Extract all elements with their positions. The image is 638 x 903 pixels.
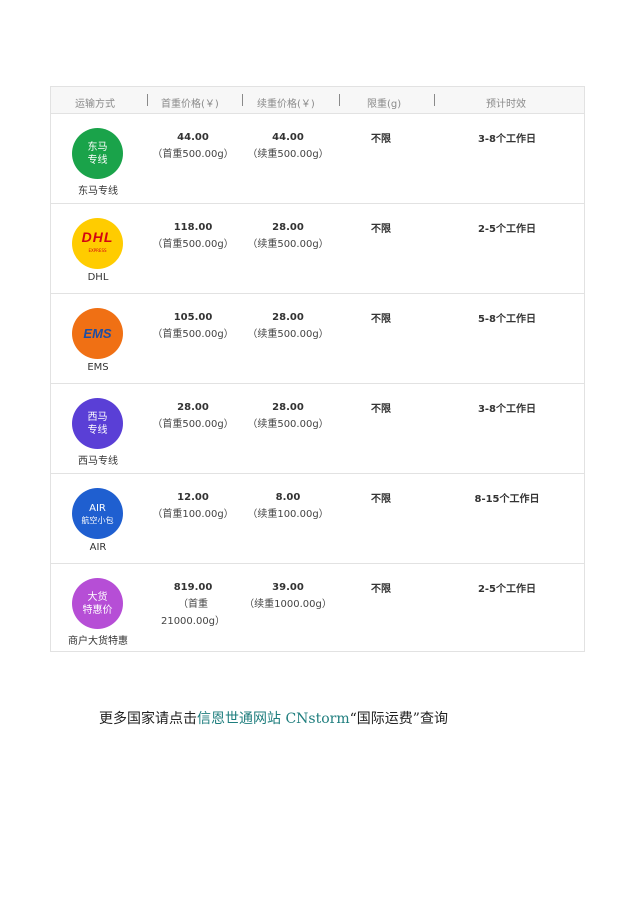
- carrier-logo-ems: EMS: [72, 308, 123, 359]
- price-value: 44.00: [272, 132, 304, 143]
- header-separator: [434, 94, 435, 106]
- weight-limit: 不限: [371, 134, 391, 145]
- price-value: 28.00: [272, 222, 304, 233]
- logo-text: 东马: [87, 141, 108, 153]
- weight-limit: 不限: [371, 404, 391, 415]
- weight-limit: 不限: [371, 584, 391, 595]
- delivery-eta: 8-15个工作日: [474, 494, 540, 505]
- carrier-logo-bulk-discount: 大货 特惠价: [72, 578, 123, 629]
- table-row: 东马 专线 东马专线 44.00 （首重500.00g） 44.00 （续重50…: [51, 114, 584, 204]
- price-value: 28.00: [272, 402, 304, 413]
- logo-text: 西马: [87, 411, 108, 423]
- dhl-logo-subtext: EXPRESS: [88, 247, 107, 253]
- more-countries-note: 更多国家请点击信恩世通网站 CNstorm“国际运费”查询: [99, 708, 448, 728]
- delivery-eta: 5-8个工作日: [477, 314, 537, 325]
- price-note: （首重500.00g）: [152, 149, 234, 160]
- carrier-name: EMS: [87, 362, 109, 373]
- delivery-eta: 2-5个工作日: [477, 584, 537, 595]
- header-method: 运输方式: [75, 99, 115, 110]
- carrier-name: 西马专线: [78, 456, 118, 467]
- header-first-weight-price: 首重价格(￥): [161, 99, 219, 110]
- note-prefix: 更多国家请点击: [99, 711, 197, 727]
- price-note: （续重500.00g）: [247, 419, 329, 430]
- first-weight-price: 105.00 （首重500.00g）: [147, 309, 239, 343]
- table-row: 西马 专线 西马专线 28.00 （首重500.00g） 28.00 （续重50…: [51, 384, 584, 474]
- price-value: 28.00: [177, 402, 209, 413]
- price-value: 44.00: [177, 132, 209, 143]
- logo-text: 专线: [87, 154, 108, 166]
- price-value: 12.00: [177, 492, 209, 503]
- price-value: 39.00: [272, 582, 304, 593]
- table-row: DHL EXPRESS DHL 118.00 （首重500.00g） 28.00…: [51, 204, 584, 294]
- delivery-eta: 3-8个工作日: [477, 134, 537, 145]
- price-note: （续重100.00g）: [247, 509, 329, 520]
- cnstorm-site-link[interactable]: 信恩世通网站 CNstorm: [197, 711, 350, 727]
- price-value: 118.00: [173, 222, 213, 233]
- logo-text: AIR: [89, 502, 106, 514]
- table-row: AIR 航空小包 AIR 12.00 （首重100.00g） 8.00 （续重1…: [51, 474, 584, 564]
- price-note: （首重: [178, 599, 208, 610]
- price-note: （首重500.00g）: [152, 419, 234, 430]
- first-weight-price: 118.00 （首重500.00g）: [147, 219, 239, 253]
- carrier-logo-dhl: DHL EXPRESS: [72, 218, 123, 269]
- carrier-name: 东马专线: [78, 186, 118, 197]
- continued-weight-price: 28.00 （续重500.00g）: [242, 219, 334, 253]
- price-note: （续重500.00g）: [247, 149, 329, 160]
- header-separator: [147, 94, 148, 106]
- first-weight-price: 12.00 （首重100.00g）: [147, 489, 239, 523]
- table-row: 大货 特惠价 商户大货特惠 819.00 （首重 21000.00g） 39.0…: [51, 564, 584, 654]
- price-note: （续重1000.00g）: [244, 599, 332, 610]
- first-weight-price: 44.00 （首重500.00g）: [147, 129, 239, 163]
- weight-limit: 不限: [371, 224, 391, 235]
- carrier-logo-east-malaysia: 东马 专线: [72, 128, 123, 179]
- price-value: 28.00: [272, 312, 304, 323]
- continued-weight-price: 28.00 （续重500.00g）: [242, 309, 334, 343]
- price-value: 819.00: [173, 582, 213, 593]
- price-value: 8.00: [275, 492, 301, 503]
- first-weight-price: 28.00 （首重500.00g）: [147, 399, 239, 433]
- price-note: （首重500.00g）: [152, 239, 234, 250]
- delivery-eta: 3-8个工作日: [477, 404, 537, 415]
- weight-limit: 不限: [371, 314, 391, 325]
- carrier-logo-air: AIR 航空小包: [72, 488, 123, 539]
- price-value: 105.00: [173, 312, 213, 323]
- table-row: EMS EMS 105.00 （首重500.00g） 28.00 （续重500.…: [51, 294, 584, 384]
- price-note: 21000.00g）: [160, 616, 226, 627]
- carrier-name: 商户大货特惠: [68, 636, 128, 647]
- price-note: （首重100.00g）: [152, 509, 234, 520]
- header-eta: 预计时效: [486, 99, 526, 110]
- continued-weight-price: 44.00 （续重500.00g）: [242, 129, 334, 163]
- carrier-logo-west-malaysia: 西马 专线: [72, 398, 123, 449]
- header-separator: [339, 94, 340, 106]
- continued-weight-price: 28.00 （续重500.00g）: [242, 399, 334, 433]
- logo-text: 特惠价: [82, 604, 113, 616]
- logo-text: 航空小包: [81, 515, 114, 525]
- ems-logo-text: EMS: [83, 326, 112, 341]
- logo-text: 专线: [87, 424, 108, 436]
- dhl-logo-text: DHL: [81, 228, 114, 245]
- header-separator: [242, 94, 243, 106]
- header-limit: 限重(g): [367, 99, 402, 110]
- carrier-name: DHL: [87, 272, 109, 283]
- logo-text: 大货: [87, 591, 108, 603]
- table-header: 运输方式 首重价格(￥) 续重价格(￥) 限重(g) 预计时效: [51, 87, 584, 114]
- first-weight-price: 819.00 （首重 21000.00g）: [147, 579, 239, 630]
- header-continued-weight-price: 续重价格(￥): [257, 99, 315, 110]
- carrier-name: AIR: [89, 542, 107, 553]
- price-note: （续重500.00g）: [247, 239, 329, 250]
- shipping-rate-table: 运输方式 首重价格(￥) 续重价格(￥) 限重(g) 预计时效 东马 专线 东马…: [50, 86, 585, 652]
- price-note: （首重500.00g）: [152, 329, 234, 340]
- weight-limit: 不限: [371, 494, 391, 505]
- continued-weight-price: 8.00 （续重100.00g）: [242, 489, 334, 523]
- delivery-eta: 2-5个工作日: [477, 224, 537, 235]
- note-suffix: “国际运费”查询: [349, 711, 448, 727]
- continued-weight-price: 39.00 （续重1000.00g）: [242, 579, 334, 613]
- price-note: （续重500.00g）: [247, 329, 329, 340]
